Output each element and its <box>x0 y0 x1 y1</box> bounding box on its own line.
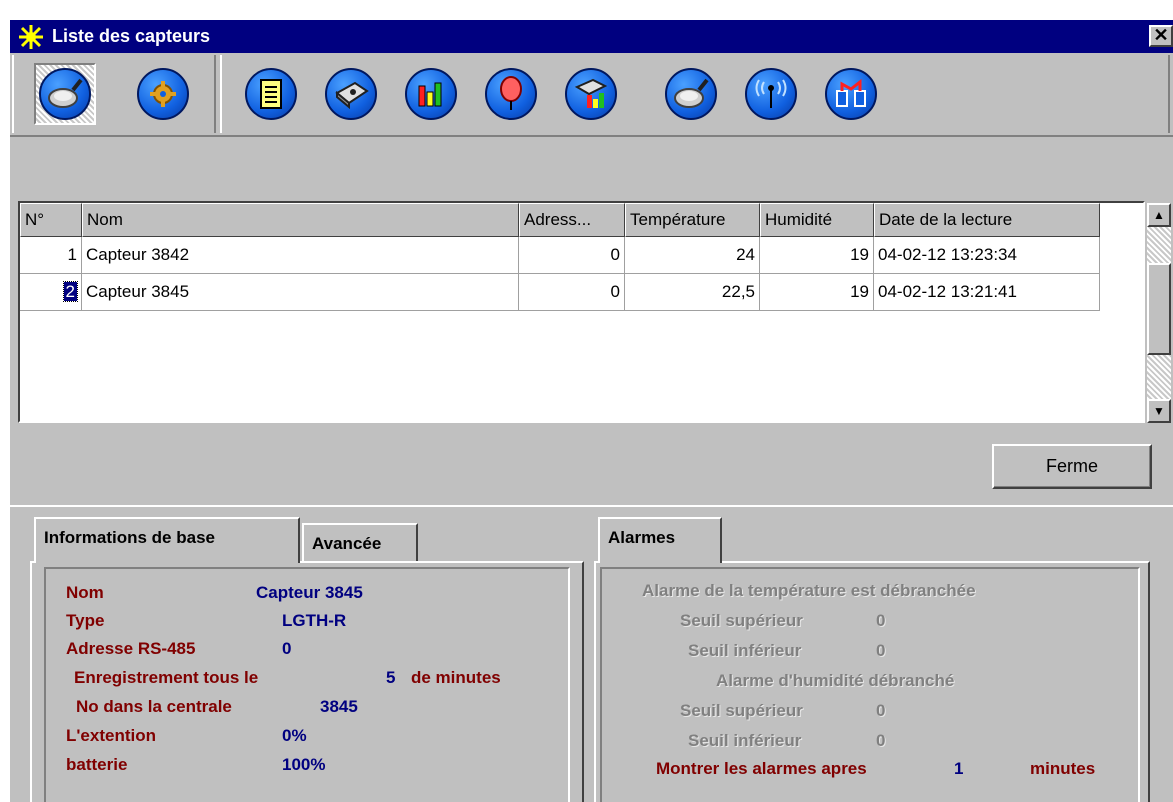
name-label: Nom <box>66 583 104 602</box>
battery-value: 100% <box>282 755 326 774</box>
column-header-name[interactable]: Nom <box>82 203 519 237</box>
close-button[interactable]: Ferme <box>992 444 1152 489</box>
row-date: 04-02-12 13:21:41 <box>874 274 1100 311</box>
grid-header: N° Nom Adress... Température Humidité Da… <box>20 203 1100 237</box>
humidity-alarm-status: Alarme d'humidité débranché <box>716 671 955 690</box>
selected-cell: 2 <box>62 281 79 302</box>
scroll-down-icon[interactable]: ▼ <box>1147 399 1171 423</box>
toolbar <box>10 53 1173 135</box>
address-value: 0 <box>282 639 292 658</box>
alarms-panel: Alarme de la température est débranchée … <box>594 561 1150 802</box>
magnifier-icon <box>665 68 717 120</box>
device-button[interactable] <box>320 63 382 125</box>
basic-info-panel: Nom Capteur 3845 Type LGTH-R Adresse RS-… <box>30 561 584 802</box>
toolbar-group-view <box>12 55 216 133</box>
hum-upper-value: 0 <box>876 701 886 720</box>
scroll-thumb[interactable] <box>1147 263 1171 355</box>
temp-lower-label: Seuil inférieur <box>688 641 802 660</box>
chart-button[interactable] <box>400 63 462 125</box>
document-button[interactable] <box>240 63 302 125</box>
central-number-value: 3845 <box>320 697 358 716</box>
device-icon <box>325 68 377 120</box>
name-value: Capteur 3845 <box>256 583 363 602</box>
record-interval-label: Enregistrement tous le <box>74 668 259 687</box>
settings-button[interactable] <box>132 63 194 125</box>
sensor-list-window: Liste des capteurs ✕ N° Nom Adress... Te… <box>0 0 1173 802</box>
antenna-icon <box>745 68 797 120</box>
hum-upper-label: Seuil supérieur <box>680 701 803 720</box>
sensor-grid[interactable]: N° Nom Adress... Température Humidité Da… <box>18 201 1145 423</box>
hum-lower-value: 0 <box>876 731 886 750</box>
details-area: Informations de base Avancée Nom Capteur… <box>10 505 1173 802</box>
alarms-group: Alarme de la température est débranchée … <box>600 567 1140 802</box>
device-report-button[interactable] <box>560 63 622 125</box>
address-label: Adresse RS-485 <box>66 639 196 658</box>
gear-icon <box>137 68 189 120</box>
tab-basic-info[interactable]: Informations de base <box>34 517 300 563</box>
temp-upper-label: Seuil supérieur <box>680 611 803 630</box>
show-alarms-label: Montrer les alarmes apres <box>656 759 867 778</box>
column-header-address[interactable]: Adress... <box>519 203 625 237</box>
record-interval-value: 5 <box>386 668 396 687</box>
extension-value: 0% <box>282 726 307 745</box>
sensor-grid-area: N° Nom Adress... Température Humidité Da… <box>10 195 1173 430</box>
temperature-alarm-status: Alarme de la température est débranchée <box>642 581 976 600</box>
central-number-label: No dans la centrale <box>76 697 232 716</box>
column-header-temperature[interactable]: Température <box>625 203 760 237</box>
row-name: Capteur 3842 <box>82 237 519 274</box>
tab-advanced[interactable]: Avancée <box>302 523 418 565</box>
scroll-up-icon[interactable]: ▲ <box>1147 203 1171 227</box>
search-button[interactable] <box>660 63 722 125</box>
temp-upper-value: 0 <box>876 611 886 630</box>
show-alarms-unit: minutes <box>1030 759 1096 778</box>
button-row: Ferme <box>10 430 1173 505</box>
tab-alarms[interactable]: Alarmes <box>598 517 722 563</box>
table-row[interactable]: 1 Capteur 3842 0 24 19 04-02-12 13:23:34 <box>20 237 1100 274</box>
window-title: Liste des capteurs <box>52 26 211 46</box>
column-header-number[interactable]: N° <box>20 203 82 237</box>
alarm-button[interactable] <box>480 63 542 125</box>
row-date: 04-02-12 13:23:34 <box>874 237 1100 274</box>
row-temperature: 24 <box>625 237 760 274</box>
row-name: Capteur 3845 <box>82 274 519 311</box>
sun-icon <box>16 22 46 52</box>
hum-lower-label: Seuil inférieur <box>688 731 802 750</box>
device-chart-icon <box>565 68 617 120</box>
bar-chart-icon <box>405 68 457 120</box>
row-number-selected: 2 <box>20 274 82 311</box>
row-humidity: 19 <box>760 274 874 311</box>
type-label: Type <box>66 611 105 630</box>
table-row[interactable]: 2 Capteur 3845 0 22,5 19 04-02-12 13:21:… <box>20 274 1100 311</box>
row-address: 0 <box>519 274 625 311</box>
magnifier-icon <box>39 68 91 120</box>
title-bar: Liste des capteurs ✕ <box>10 20 1173 53</box>
temp-lower-value: 0 <box>876 641 886 660</box>
document-icon <box>245 68 297 120</box>
radio-button[interactable] <box>740 63 802 125</box>
type-value: LGTH-R <box>282 611 347 630</box>
status-strip <box>10 135 1173 195</box>
alarm-balloon-icon <box>485 68 537 120</box>
extension-label: L'extention <box>66 726 156 745</box>
column-header-humidity[interactable]: Humidité <box>760 203 874 237</box>
row-humidity: 19 <box>760 237 874 274</box>
column-header-date[interactable]: Date de la lecture <box>874 203 1100 237</box>
row-address: 0 <box>519 237 625 274</box>
network-button[interactable] <box>820 63 882 125</box>
toolbar-group-actions <box>220 55 1170 133</box>
view-details-button[interactable] <box>34 63 96 125</box>
row-temperature: 22,5 <box>625 274 760 311</box>
record-interval-unit: de minutes <box>411 668 501 687</box>
network-icon <box>825 68 877 120</box>
row-number: 1 <box>20 237 82 274</box>
basic-info-group: Nom Capteur 3845 Type LGTH-R Adresse RS-… <box>44 567 570 802</box>
show-alarms-value: 1 <box>954 759 964 778</box>
vertical-scrollbar[interactable]: ▲ ▼ <box>1147 203 1171 423</box>
battery-label: batterie <box>66 755 128 774</box>
close-window-button[interactable]: ✕ <box>1149 25 1173 47</box>
